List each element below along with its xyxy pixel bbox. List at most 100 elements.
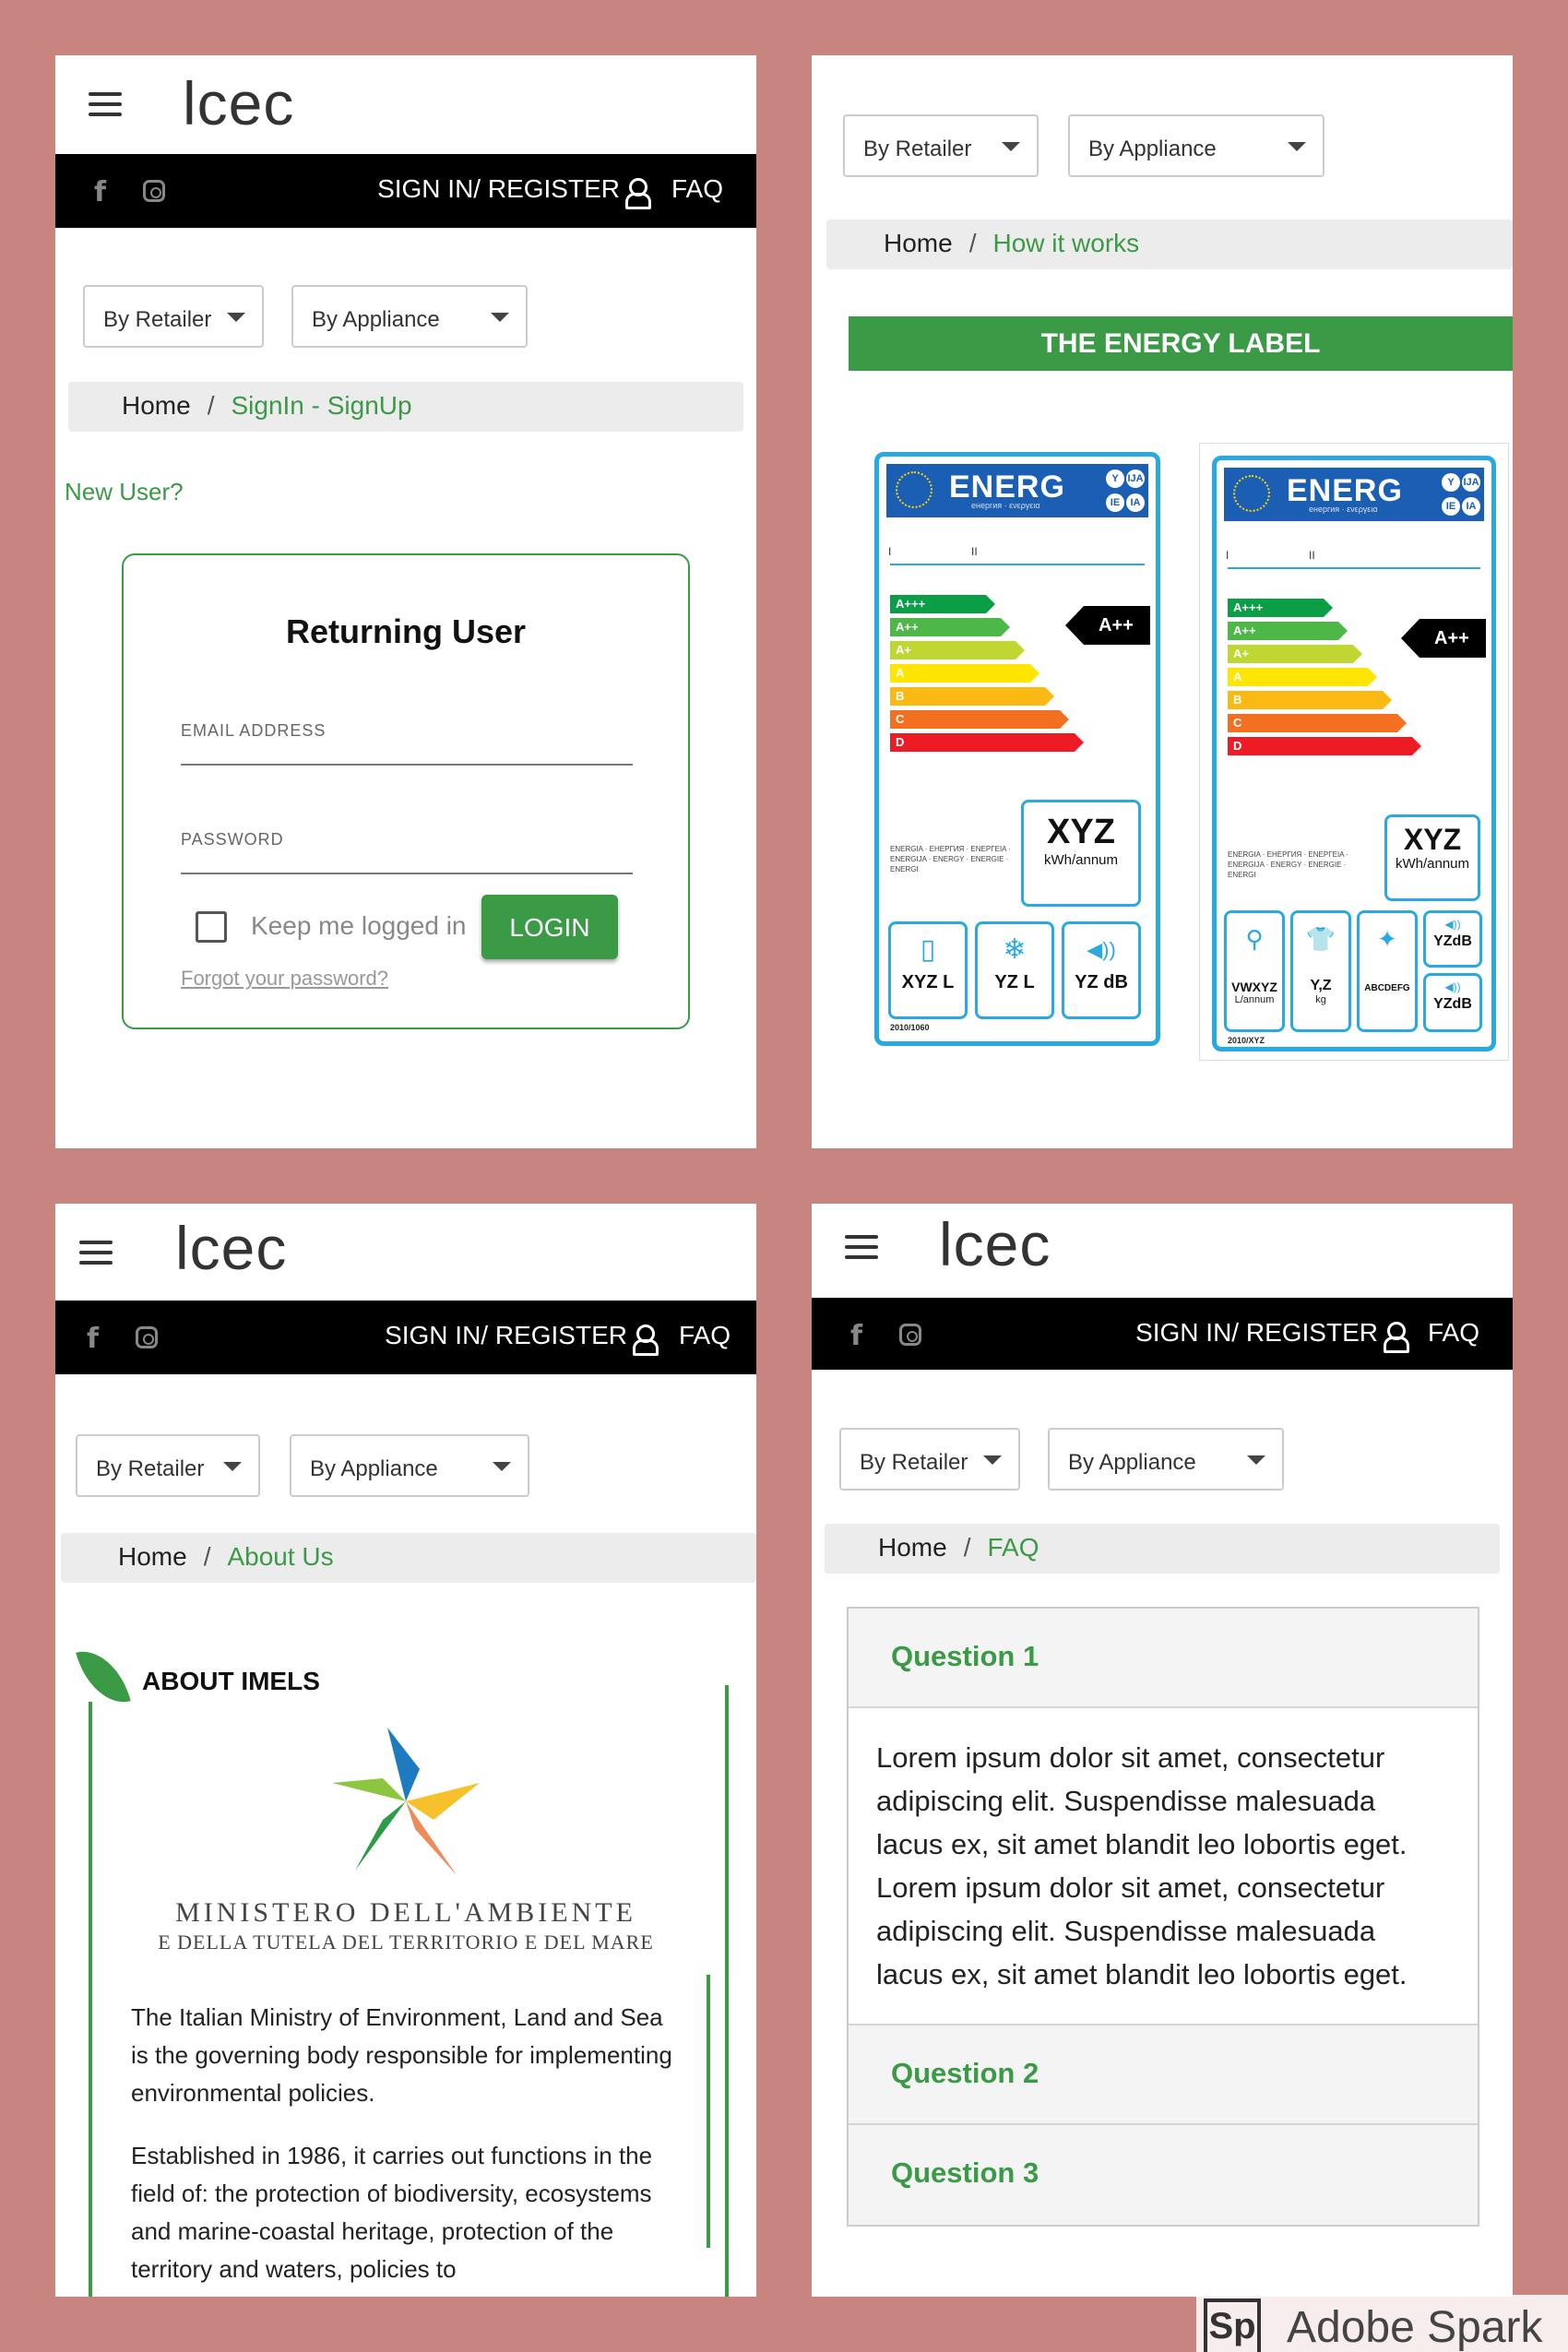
login-button[interactable]: LOGIN <box>481 895 618 959</box>
right-green-line <box>725 1685 729 2297</box>
ministry-name: MINISTERO DELL'AMBIENTE <box>175 1897 636 1928</box>
retailer-select[interactable]: By Retailer <box>76 1434 260 1497</box>
appliance-select[interactable]: By Appliance <box>1048 1428 1284 1491</box>
breadcrumb-current: SignIn - SignUp <box>231 391 412 420</box>
eu-flag-icon <box>1233 475 1270 512</box>
supplier-marker: I <box>1226 549 1229 562</box>
keep-logged-checkbox[interactable] <box>196 911 227 943</box>
logo[interactable]: lcec <box>939 1209 1051 1279</box>
retailer-select[interactable]: By Retailer <box>839 1428 1020 1491</box>
class-bar: A+++ <box>1228 599 1333 617</box>
new-user-link[interactable]: New User? <box>65 478 184 506</box>
left-green-line <box>89 1702 92 2297</box>
password-field[interactable]: PASSWORD <box>181 830 284 849</box>
model-marker: II <box>971 545 978 558</box>
chevron-down-icon <box>1247 1455 1265 1465</box>
email-underline <box>181 764 633 766</box>
text-green-line <box>707 1975 710 2248</box>
signin-register-link[interactable]: SIGN IN/ REGISTER <box>1135 1318 1409 1353</box>
keep-logged-label[interactable]: Keep me logged in <box>251 911 467 941</box>
breadcrumb-home[interactable]: Home <box>878 1533 947 1562</box>
breadcrumb-current: FAQ <box>987 1533 1039 1562</box>
signin-register-link[interactable]: SIGN IN/ REGISTER <box>385 1321 659 1356</box>
lang-badge-icon: IA <box>1126 493 1145 512</box>
spark-logo-icon: Sp <box>1204 2299 1261 2352</box>
faq-question-2[interactable]: Question 2 <box>849 2025 1478 2125</box>
shirt-icon: 👕 <box>1305 925 1336 953</box>
about-us-screen: lcec f SIGN IN/ REGISTER FAQ By Retailer… <box>55 1204 756 2297</box>
faq-question-3[interactable]: Question 3 <box>849 2125 1478 2225</box>
facebook-icon[interactable]: f <box>87 1323 99 1355</box>
breadcrumb-current: How it works <box>992 229 1140 257</box>
energy-label-1[interactable]: ENERG енергия · ενεργεια Y IJA IE IA I I… <box>874 452 1160 1046</box>
breadcrumb-current: About Us <box>227 1542 334 1571</box>
appliance-select[interactable]: By Appliance <box>290 1434 529 1497</box>
signin-screen: lcec f SIGN IN/ REGISTER FAQ By Retailer… <box>55 55 756 1148</box>
faq-screen: lcec f SIGN IN/ REGISTER FAQ By Retailer… <box>812 1204 1513 2297</box>
class-bar: D <box>1228 737 1421 755</box>
logo[interactable]: lcec <box>175 1213 287 1283</box>
class-bar: C <box>890 710 1069 729</box>
lang-badge-icon: Y <box>1442 473 1460 492</box>
retailer-select[interactable]: By Retailer <box>83 285 264 348</box>
facebook-icon[interactable]: f <box>94 176 106 208</box>
faq-link[interactable]: FAQ <box>679 1321 731 1350</box>
email-field[interactable]: EMAIL ADDRESS <box>181 721 326 741</box>
language-list: ENERGIA · ЕНЕРГИЯ · ΕΝΕΡΓΕΙΑ · ENERGIJA … <box>890 845 1011 873</box>
water-box: ⚲ VWXYZ L/annum <box>1224 910 1285 1032</box>
retailer-select[interactable]: By Retailer <box>843 114 1039 177</box>
appliance-select[interactable]: By Appliance <box>1068 114 1324 177</box>
spin-icon: ✦ <box>1377 925 1397 953</box>
nav-bar: f SIGN IN/ REGISTER FAQ <box>812 1298 1513 1370</box>
forgot-password-link[interactable]: Forgot your password? <box>181 967 388 991</box>
faq-question-1[interactable]: Question 1 <box>849 1609 1478 1708</box>
noise-box: ◀)) YZ dB <box>1062 921 1141 1019</box>
hamburger-menu-icon[interactable] <box>89 92 122 116</box>
facebook-icon[interactable]: f <box>850 1320 862 1352</box>
instagram-icon[interactable] <box>899 1324 921 1346</box>
leaf-icon <box>76 1642 131 1712</box>
lang-badge-icon: IA <box>1462 497 1480 516</box>
lang-badge-icon: IE <box>1106 493 1124 512</box>
consumption-box: XYZ kWh/annum <box>1384 814 1480 901</box>
nav-bar: f SIGN IN/ REGISTER FAQ <box>55 1301 756 1374</box>
breadcrumb: Home / FAQ <box>825 1524 1500 1574</box>
breadcrumb-home[interactable]: Home <box>118 1542 187 1571</box>
breadcrumb-home[interactable]: Home <box>122 391 191 420</box>
sound-icon: ◀)) <box>1444 980 1461 993</box>
eu-flag-icon <box>896 471 932 508</box>
faq-accordion: Question 1 Lorem ipsum dolor sit amet, c… <box>847 1607 1479 2227</box>
faq-answer-1: Lorem ipsum dolor sit amet, consectetur … <box>849 1708 1478 2025</box>
breadcrumb: Home / How it works <box>826 220 1513 269</box>
logo[interactable]: lcec <box>183 68 294 138</box>
adobe-spark-watermark: Sp Adobe Spark <box>1196 2295 1568 2352</box>
class-bar: A <box>1228 668 1377 686</box>
hamburger-menu-icon[interactable] <box>845 1235 878 1259</box>
breadcrumb-home[interactable]: Home <box>884 229 953 257</box>
appliance-select[interactable]: By Appliance <box>291 285 528 348</box>
about-paragraph-2: Established in 1986, it carries out func… <box>131 2142 653 2283</box>
returning-user-form: Returning User EMAIL ADDRESS PASSWORD Ke… <box>122 553 690 1029</box>
signin-register-link[interactable]: SIGN IN/ REGISTER <box>377 174 651 209</box>
breadcrumb: Home / About Us <box>61 1533 756 1583</box>
instagram-icon[interactable] <box>143 180 165 202</box>
rating-badge: A++ <box>1401 619 1486 658</box>
tap-icon: ⚲ <box>1245 925 1264 953</box>
class-bar: A++ <box>1228 622 1348 640</box>
hamburger-menu-icon[interactable] <box>79 1241 113 1265</box>
instagram-icon[interactable] <box>136 1326 158 1348</box>
label-header: ENERG енергия · ενεργεια Y IJA IE IA <box>886 464 1148 517</box>
class-bar: D <box>890 733 1084 752</box>
sound-icon: ◀)) <box>1087 938 1116 961</box>
consumption-box: XYZ kWh/annum <box>1021 800 1141 907</box>
faq-link[interactable]: FAQ <box>1428 1318 1479 1348</box>
sound-icon: ◀)) <box>1444 918 1461 931</box>
spark-text: Adobe Spark <box>1287 2303 1543 2352</box>
lang-badge-icon: IE <box>1442 497 1460 516</box>
form-title: Returning User <box>285 612 527 650</box>
faq-link[interactable]: FAQ <box>671 174 723 204</box>
regulation-number: 2010/XYZ <box>1228 1036 1265 1045</box>
about-paragraph-1: The Italian Ministry of Environment, Lan… <box>131 2003 672 2107</box>
energy-label-2[interactable]: ENERG енергия · ενεργεια Y IJA IE IA I I… <box>1212 456 1496 1051</box>
chevron-down-icon <box>227 313 245 322</box>
